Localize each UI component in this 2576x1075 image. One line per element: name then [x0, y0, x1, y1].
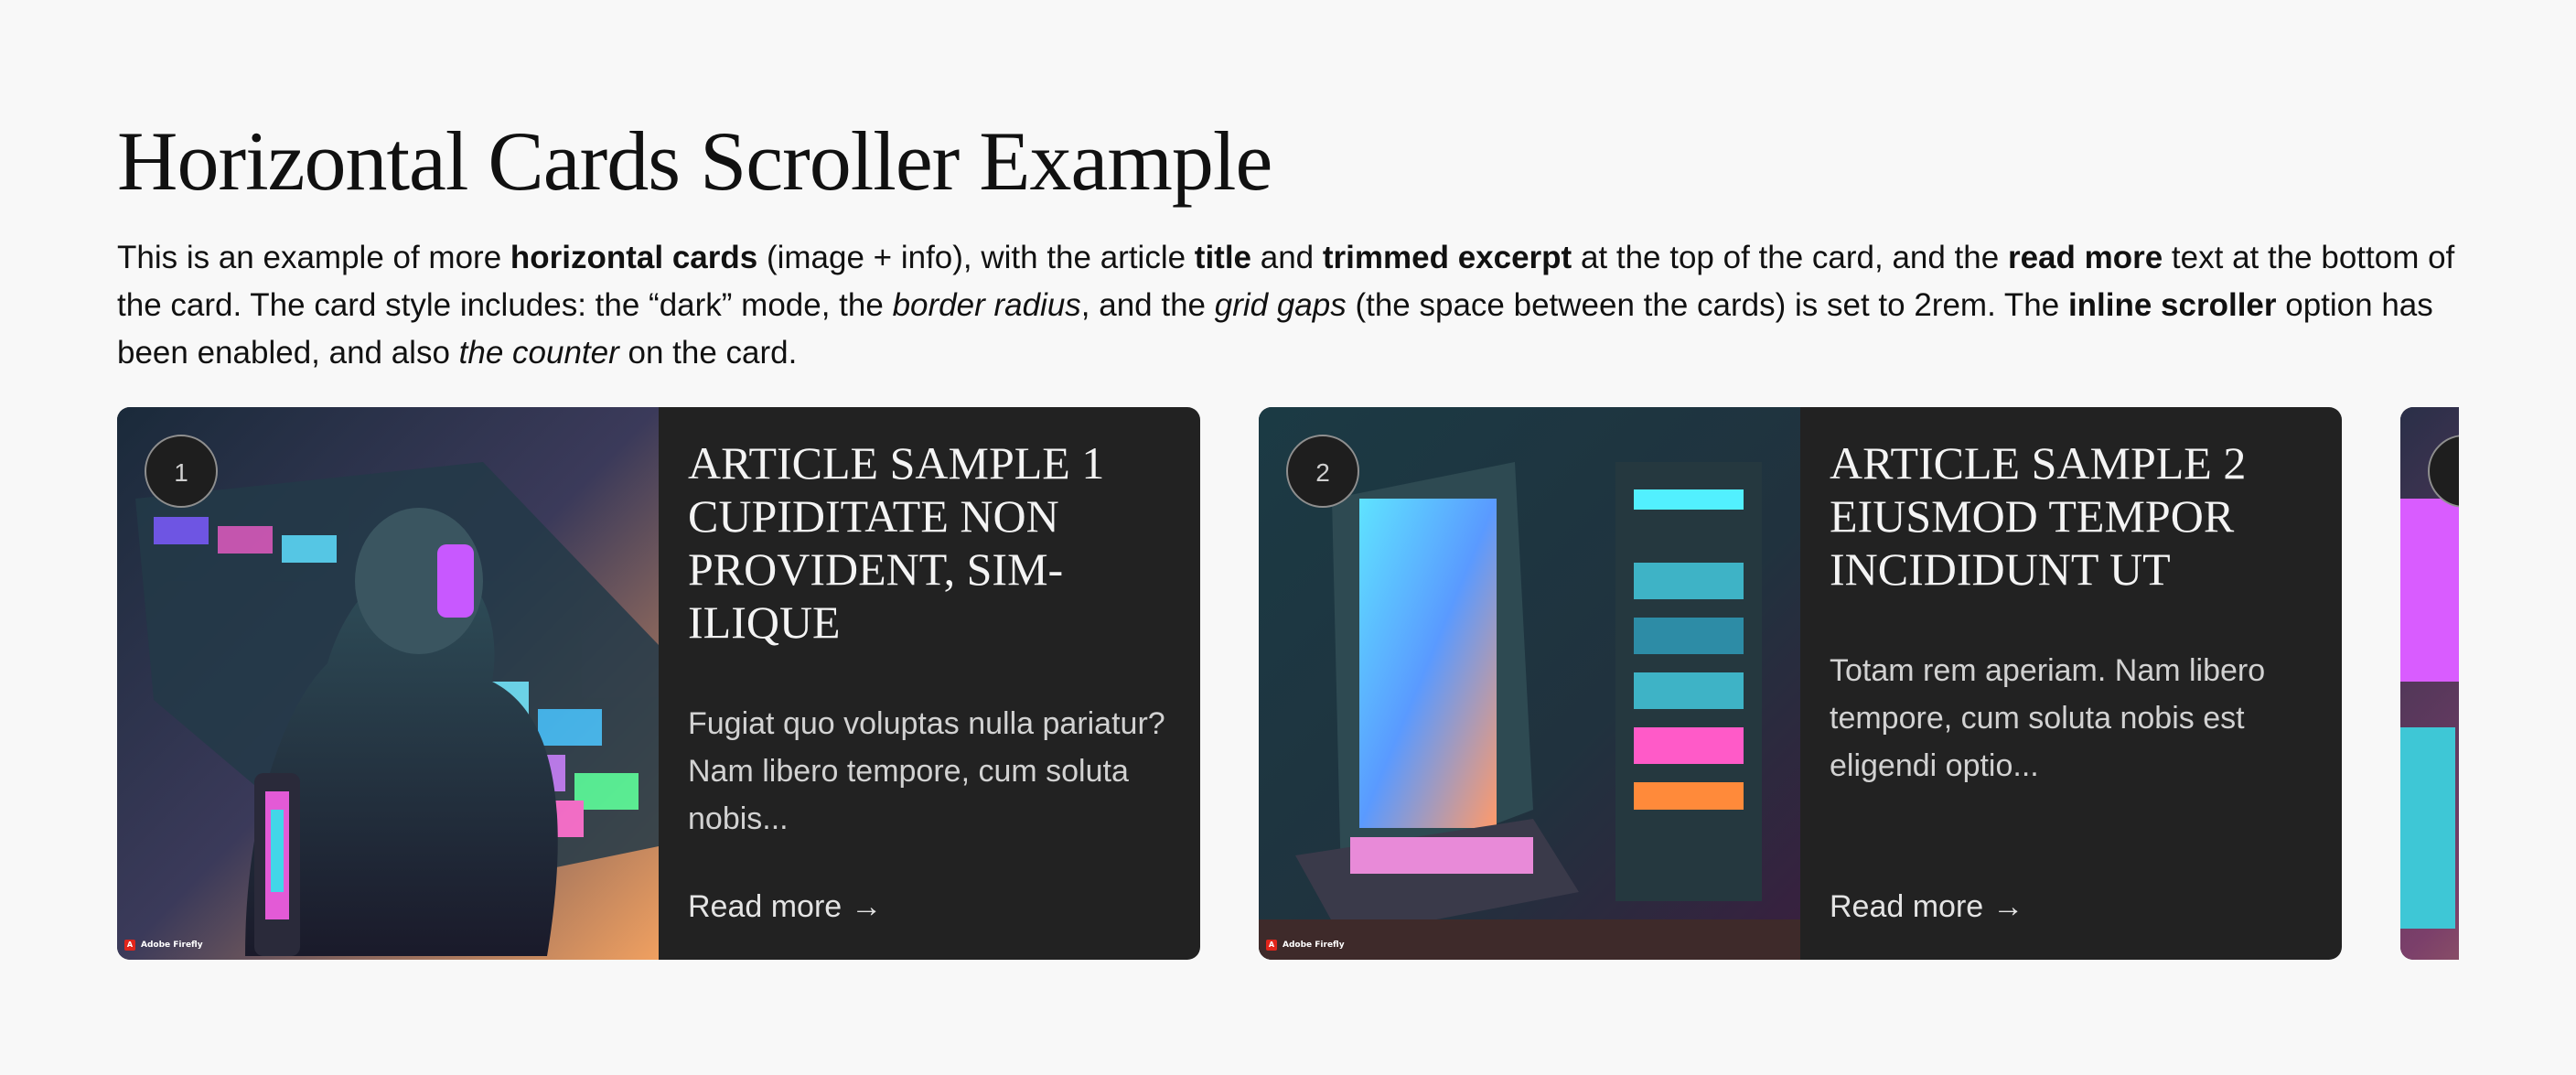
- page-title: Horizontal Cards Scroller Example: [117, 114, 1272, 208]
- intro-segment: trimmed excerpt: [1322, 240, 1572, 275]
- intro-segment: title: [1194, 240, 1252, 275]
- intro-segment: (the space between the cards) is set to …: [1346, 287, 2068, 323]
- intro-segment: (image + info), with the article: [757, 240, 1195, 275]
- adobe-firefly-label: Adobe Firefly: [141, 941, 203, 950]
- intro-segment: , and the: [1080, 287, 1215, 323]
- card-image: 2 A Adobe Firefly: [1259, 407, 1800, 960]
- card-title[interactable]: ARTICLE SAMPLE 1 CUPIDITATE NON PROVIDEN…: [688, 436, 1171, 649]
- read-more-label: Read more: [688, 889, 843, 924]
- intro-paragraph: This is an example of more horizontal ca…: [117, 234, 2459, 377]
- intro-segment: border radius: [892, 287, 1081, 323]
- arrow-right-icon: →: [1992, 889, 2024, 924]
- card-image: 1 A Adobe Firefly: [117, 407, 659, 960]
- cards-track: 1 A Adobe Firefly ARTICLE SAMPLE 1 CUPID…: [117, 407, 2459, 960]
- intro-segment: the counter: [458, 335, 619, 371]
- adobe-logo-icon: A: [1266, 940, 1277, 951]
- adobe-logo-icon: A: [124, 940, 135, 951]
- cards-scroller[interactable]: 1 A Adobe Firefly ARTICLE SAMPLE 1 CUPID…: [117, 407, 2459, 960]
- adobe-firefly-badge: A Adobe Firefly: [124, 940, 203, 951]
- page-content: Horizontal Cards Scroller Example This i…: [117, 108, 2459, 371]
- intro-segment: read more: [2007, 240, 2163, 275]
- card-counter: 1: [145, 435, 218, 508]
- intro-segment: This is an example of more: [117, 240, 510, 275]
- read-more-link[interactable]: Read more →: [1830, 889, 2023, 925]
- card-info: ARTICLE SAMPLE 2 EIUSMOD TEMPOR INCIDIDU…: [1800, 407, 2342, 960]
- adobe-firefly-badge: A Adobe Firefly: [1266, 940, 1345, 951]
- card-image: [2400, 407, 2459, 960]
- card-excerpt: Totam rem aperiam. Nam libero tempore, c…: [1830, 653, 2266, 783]
- intro-segment: at the top of the card, and the: [1572, 240, 2008, 275]
- adobe-firefly-label: Adobe Firefly: [1283, 941, 1345, 950]
- card-excerpt: Fugiat quo voluptas nulla pariatur? Nam …: [688, 706, 1165, 836]
- card-counter: 2: [1286, 435, 1359, 508]
- card-info: ARTICLE SAMPLE 1 CUPIDITATE NON PROVIDEN…: [659, 407, 1200, 960]
- arrow-right-icon: →: [851, 889, 883, 924]
- read-more-label: Read more: [1830, 889, 1984, 924]
- article-card-partial[interactable]: [2400, 407, 2459, 960]
- intro-segment: horizontal cards: [510, 240, 758, 275]
- read-more-link[interactable]: Read more →: [688, 889, 882, 925]
- article-card[interactable]: 2 A Adobe Firefly ARTICLE SAMPLE 2 EIUSM…: [1259, 407, 2342, 960]
- card-title[interactable]: ARTICLE SAMPLE 2 EIUSMOD TEMPOR INCIDIDU…: [1830, 436, 2313, 596]
- article-card[interactable]: 1 A Adobe Firefly ARTICLE SAMPLE 1 CUPID…: [117, 407, 1200, 960]
- intro-segment: on the card.: [618, 335, 798, 371]
- intro-segment: inline scroller: [2067, 287, 2277, 323]
- intro-segment: and: [1251, 240, 1323, 275]
- intro-segment: grid gaps: [1214, 287, 1347, 323]
